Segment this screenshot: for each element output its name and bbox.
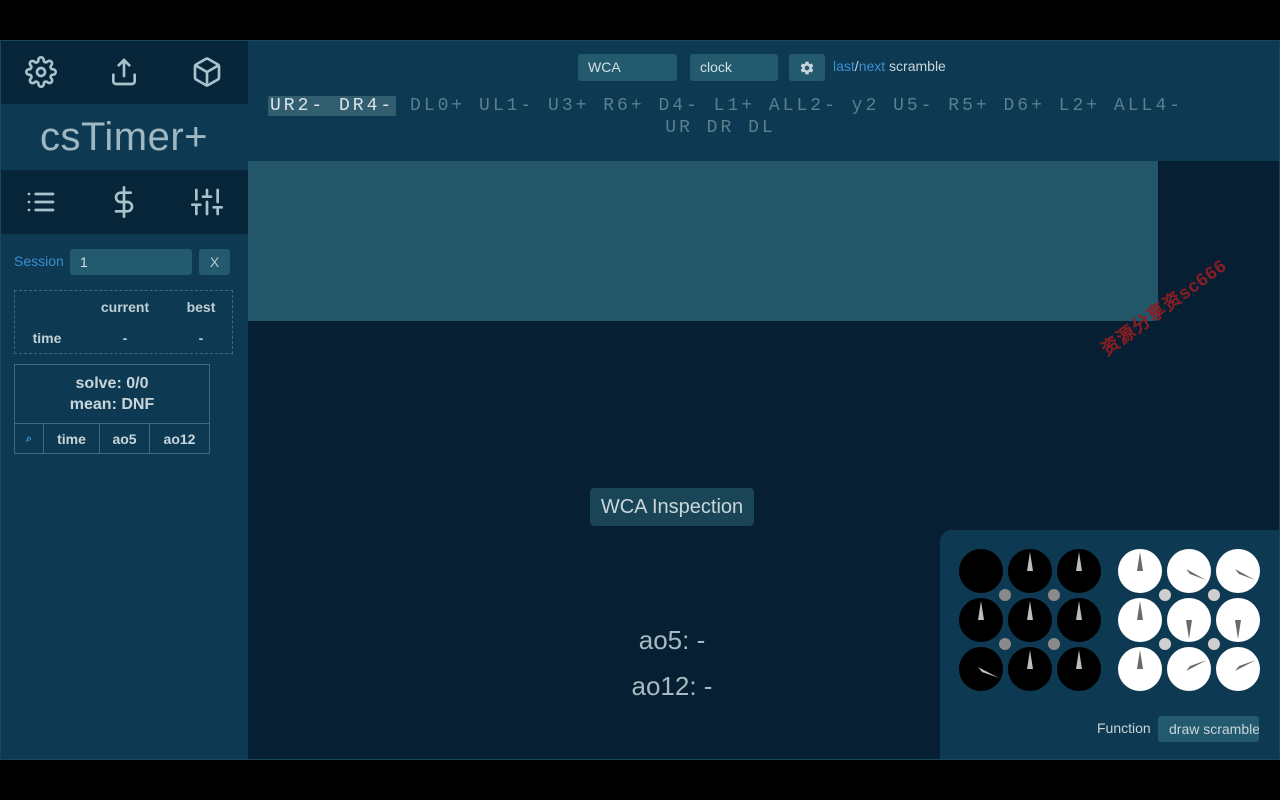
- tool-panel: Function draw scramble: [940, 530, 1280, 760]
- stats-table: current best time - -: [14, 290, 233, 354]
- solve-count: solve: 0/0: [75, 375, 149, 392]
- next-scramble-link[interactable]: next: [859, 58, 885, 74]
- wca-inspection-button[interactable]: WCA Inspection: [590, 488, 754, 526]
- last-scramble-link[interactable]: last: [833, 58, 855, 74]
- gear-icon: [25, 56, 58, 88]
- sidebar: csTimer+ Session 1 X current best time -…: [0, 40, 248, 760]
- session-label[interactable]: Session: [14, 253, 64, 269]
- scramble-tools-button[interactable]: [183, 48, 231, 96]
- nav-suffix: scramble: [885, 58, 946, 74]
- scramble-remaining-moves: DL0+ UL1- U3+ R6+ D4- L1+ ALL2- y2 U5- R…: [396, 96, 1183, 116]
- scramble-text[interactable]: UR2- DR4- DL0+ UL1- U3+ R6+ D4- L1+ ALL2…: [268, 96, 1258, 118]
- clear-session-button[interactable]: X: [199, 249, 230, 275]
- solves-header-row: ⌕ time ao5 ao12: [15, 423, 209, 454]
- stats-header-current: current: [100, 299, 150, 315]
- dollar-icon: [114, 186, 134, 218]
- options-button[interactable]: [17, 48, 65, 96]
- solves-summary[interactable]: solve: 0/0 mean: DNF: [15, 365, 209, 423]
- stats-best-time[interactable]: -: [171, 330, 231, 346]
- function-label: Function: [1097, 720, 1151, 736]
- drop-down-panel: [248, 161, 1158, 321]
- scramble-bar: WCA clock last/next scramble UR2- DR4- D…: [248, 40, 1280, 161]
- stats-header-best: best: [186, 299, 216, 315]
- cstimer-app: csTimer+ Session 1 X current best time -…: [0, 40, 1280, 760]
- donate-button[interactable]: [100, 178, 148, 226]
- session-row: Session X: [14, 249, 232, 275]
- clock-front-face: [959, 549, 1101, 691]
- column-time[interactable]: time: [44, 424, 100, 454]
- search-icon[interactable]: ⌕: [15, 424, 44, 454]
- session-mean: mean: DNF: [69, 396, 155, 413]
- gear-icon: [800, 61, 814, 74]
- list-icon: [27, 192, 55, 212]
- column-ao5[interactable]: ao5: [100, 424, 150, 454]
- sidebar-top-toolbar: [0, 40, 248, 104]
- cube-icon: [193, 57, 220, 87]
- export-button[interactable]: [100, 48, 148, 96]
- event-select[interactable]: clock: [690, 54, 778, 81]
- scramble-settings-button[interactable]: [789, 54, 825, 81]
- export-icon: [111, 58, 136, 86]
- stats-settings-button[interactable]: [183, 178, 231, 226]
- scramble-pin-state: UR DR DL: [665, 118, 776, 138]
- function-select[interactable]: draw scramble: [1158, 716, 1259, 742]
- stats-current-time[interactable]: -: [87, 330, 163, 346]
- session-list-button[interactable]: [17, 178, 65, 226]
- solves-table: solve: 0/0 mean: DNF ⌕ time ao5 ao12: [14, 364, 210, 454]
- event-group-select[interactable]: WCA: [578, 54, 677, 81]
- sliders-icon: [190, 188, 223, 216]
- logo: csTimer+: [39, 114, 209, 159]
- clock-scramble-image[interactable]: [940, 530, 1280, 710]
- stats-row-label: time: [32, 330, 62, 346]
- scramble-executed-moves: UR2- DR4-: [268, 96, 397, 116]
- logo-area: csTimer+: [0, 104, 248, 170]
- clock-back-face: [1118, 549, 1260, 691]
- ao12-display[interactable]: ao12: -: [560, 671, 784, 702]
- scramble-nav: last/next scramble: [833, 58, 946, 74]
- sidebar-bottom-toolbar: [0, 170, 248, 234]
- column-ao12[interactable]: ao12: [150, 424, 209, 454]
- ao5-display[interactable]: ao5: -: [560, 625, 784, 656]
- session-select[interactable]: [70, 249, 192, 275]
